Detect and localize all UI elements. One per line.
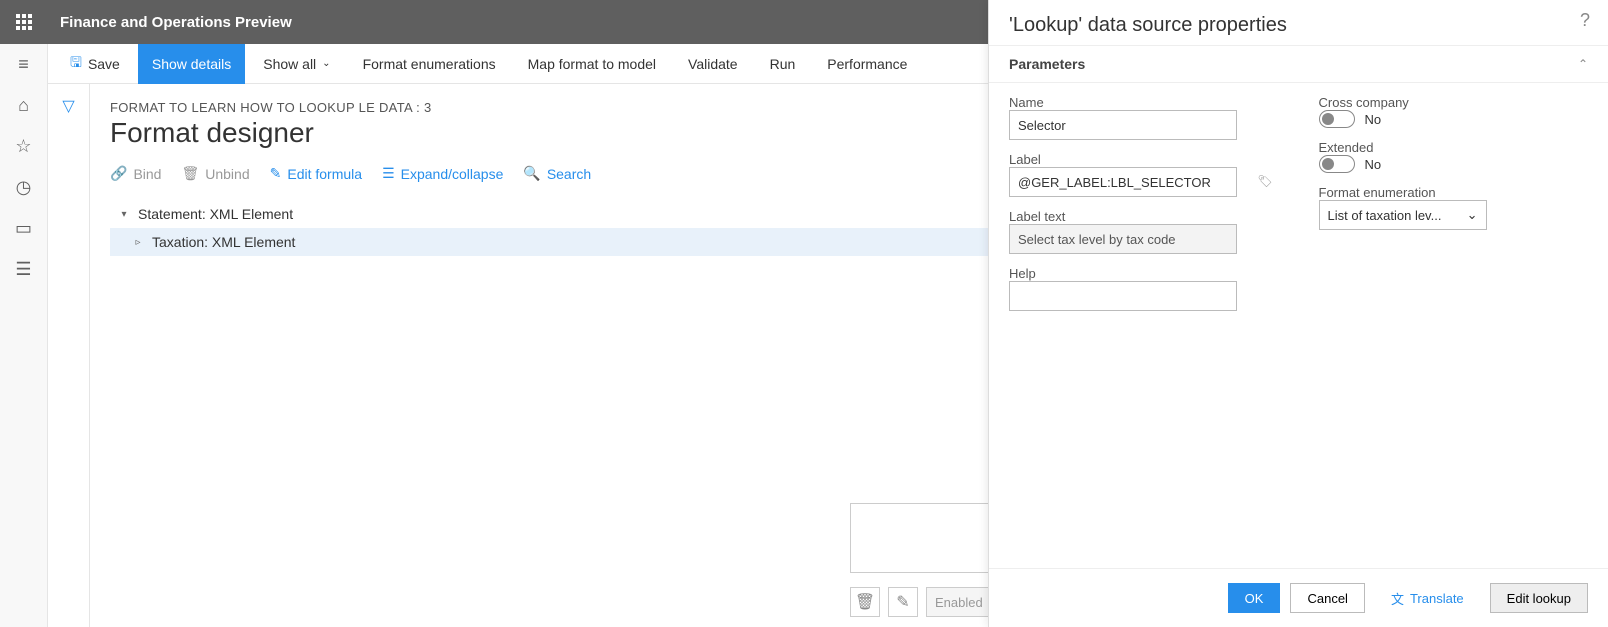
filter-icon[interactable]: ▽ xyxy=(62,96,74,627)
panel-header: 'Lookup' data source properties xyxy=(989,0,1608,45)
panel-title: 'Lookup' data source properties xyxy=(1009,14,1287,37)
format-enum-select[interactable]: List of taxation lev... ⌄ xyxy=(1319,200,1487,230)
bind-button[interactable]: 🔗Bind xyxy=(110,165,161,182)
validate-button[interactable]: Validate xyxy=(674,44,752,84)
parameters-section-header[interactable]: Parameters ⌃ xyxy=(989,45,1608,83)
recent-icon[interactable]: ◷ xyxy=(16,177,32,198)
labeltext-label: Label text xyxy=(1009,209,1279,224)
show-details-button[interactable]: Show details xyxy=(138,44,245,84)
panel-footer: OK Cancel 文Translate Edit lookup xyxy=(989,568,1608,627)
format-enumerations-button[interactable]: Format enumerations xyxy=(349,44,510,84)
list-icon: ☰ xyxy=(382,165,395,182)
help-input[interactable] xyxy=(1009,281,1237,311)
workspace-icon[interactable]: ▭ xyxy=(15,218,32,239)
properties-panel: ? 'Lookup' data source properties Parame… xyxy=(988,0,1608,627)
name-label: Name xyxy=(1009,95,1279,110)
performance-button[interactable]: Performance xyxy=(813,44,921,84)
chevron-down-icon: ⌄ xyxy=(1467,207,1478,223)
expand-collapse-button[interactable]: ☰Expand/collapse xyxy=(382,165,503,182)
search-icon: 🔍 xyxy=(523,165,540,182)
list-icon[interactable]: ☰ xyxy=(15,259,31,280)
filter-rail: ▽ xyxy=(48,84,90,627)
extended-label: Extended xyxy=(1319,140,1589,155)
chevron-up-icon: ⌃ xyxy=(1578,57,1588,71)
left-nav-rail: ≡ ⌂ ☆ ◷ ▭ ☰ xyxy=(0,44,48,627)
delete-button[interactable]: 🗑 xyxy=(850,587,880,617)
pencil-icon: ✎ xyxy=(270,165,282,182)
run-button[interactable]: Run xyxy=(756,44,810,84)
search-button[interactable]: 🔍Search xyxy=(523,165,591,182)
cross-company-label: Cross company xyxy=(1319,95,1589,110)
cancel-button[interactable]: Cancel xyxy=(1290,583,1364,613)
chevron-down-icon: ⌄ xyxy=(322,58,330,69)
cross-company-value: No xyxy=(1365,112,1382,127)
translate-icon: 文 xyxy=(1391,589,1404,608)
translate-button[interactable]: 文Translate xyxy=(1375,583,1480,613)
labeltext-input xyxy=(1009,224,1237,254)
help-label: Help xyxy=(1009,266,1279,281)
format-enum-label: Format enumeration xyxy=(1319,185,1589,200)
app-title: Finance and Operations Preview xyxy=(48,14,292,31)
cross-company-toggle[interactable] xyxy=(1319,110,1355,128)
link-icon: 🔗 xyxy=(110,165,127,182)
ok-button[interactable]: OK xyxy=(1228,583,1281,613)
unbind-button[interactable]: 🗑Unbind xyxy=(181,165,249,182)
label-label: Label xyxy=(1009,152,1279,167)
label-input[interactable] xyxy=(1009,167,1237,197)
edit-formula-button[interactable]: ✎Edit formula xyxy=(270,165,362,182)
extended-toggle[interactable] xyxy=(1319,155,1355,173)
tag-icon[interactable]: 🏷 xyxy=(1257,174,1272,188)
trash-icon: 🗑 xyxy=(181,165,199,182)
save-button[interactable]: 🖫 Save xyxy=(56,44,134,84)
home-icon[interactable]: ⌂ xyxy=(18,95,29,116)
map-format-button[interactable]: Map format to model xyxy=(514,44,670,84)
name-input[interactable] xyxy=(1009,110,1237,140)
star-icon[interactable]: ☆ xyxy=(15,136,31,157)
save-icon: 🖫 xyxy=(70,52,82,76)
help-icon[interactable]: ? xyxy=(1580,10,1590,31)
caret-right-icon: ▹ xyxy=(132,237,144,248)
extended-value: No xyxy=(1365,157,1382,172)
parameters-form: Name Label 🏷 Label text Help Cross xyxy=(989,83,1608,323)
show-all-button[interactable]: Show all ⌄ xyxy=(249,44,344,84)
app-launcher-icon[interactable] xyxy=(0,0,48,44)
edit-lookup-button[interactable]: Edit lookup xyxy=(1490,583,1588,613)
edit-button[interactable]: ✎ xyxy=(888,587,918,617)
hamburger-icon[interactable]: ≡ xyxy=(18,54,29,75)
caret-down-icon: ▾ xyxy=(118,209,130,220)
